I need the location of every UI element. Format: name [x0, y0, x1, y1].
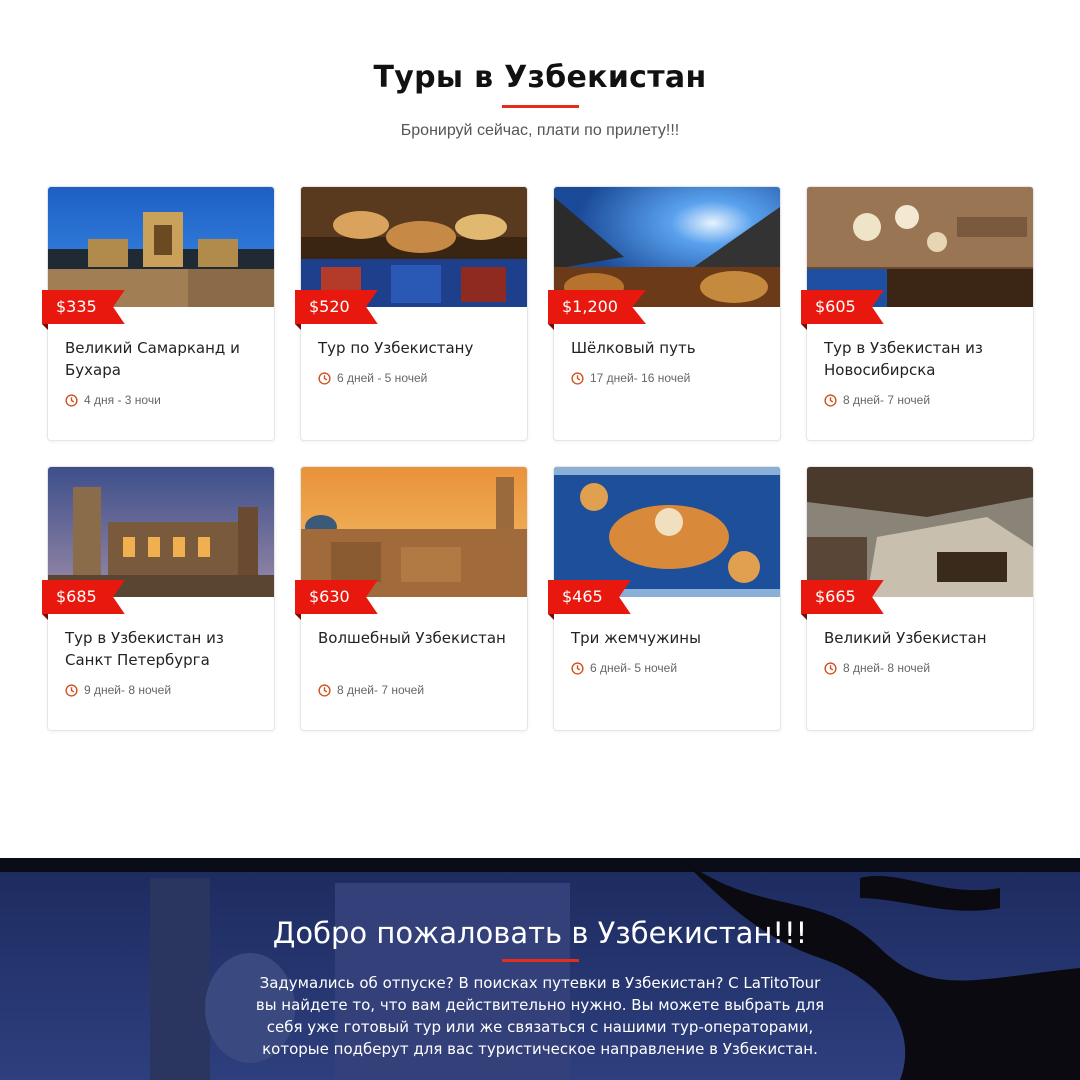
price-badge-fold [42, 614, 48, 620]
tour-card[interactable]: $605 Тур в Узбекистан из Новосибирска 8 … [801, 186, 1034, 441]
tour-duration: 6 дней - 5 ночей [318, 371, 427, 385]
tour-duration: 9 дней- 8 ночей [65, 683, 171, 697]
tour-image[interactable] [48, 187, 274, 307]
price-badge-fold [801, 614, 807, 620]
tour-duration: 8 дней- 7 ночей [318, 683, 424, 697]
price-badge: $1,200 [548, 290, 646, 324]
price-badge-fold [548, 614, 554, 620]
duration-text: 8 дней- 7 ночей [843, 393, 931, 407]
price-badge-fold [295, 324, 301, 330]
price-badge: $605 [801, 290, 884, 324]
duration-text: 8 дней- 7 ночей [337, 683, 425, 697]
tour-duration: 4 дня - 3 ночи [65, 393, 161, 407]
title-underline [502, 105, 579, 108]
clock-icon [824, 393, 837, 407]
tour-name[interactable]: Великий Узбекистан [824, 627, 1024, 649]
tour-name[interactable]: Тур в Узбекистан из Санкт Петербурга [65, 627, 265, 671]
clock-icon [65, 683, 78, 697]
section-title: Туры в Узбекистан [373, 60, 707, 95]
duration-text: 8 дней- 8 ночей [843, 661, 931, 675]
price-badge-fold [295, 614, 301, 620]
banner-title-underline [502, 959, 579, 962]
duration-text: 6 дней - 5 ночей [337, 371, 428, 385]
tour-card[interactable]: $520 Тур по Узбекистану 6 дней - 5 ночей [295, 186, 528, 441]
tour-image[interactable] [301, 187, 527, 307]
clock-icon [318, 683, 331, 697]
price-badge-fold [548, 324, 554, 330]
banner-title: Добро пожаловать в Узбекистан!!! [272, 916, 808, 950]
price-badge: $465 [548, 580, 631, 614]
tour-duration: 17 дней- 16 ночей [571, 371, 690, 385]
tour-duration: 8 дней- 8 ночей [824, 661, 930, 675]
duration-text: 6 дней- 5 ночей [590, 661, 678, 675]
tour-card[interactable]: $335 Великий Самарканд и Бухара 4 дня - … [42, 186, 275, 441]
tour-name[interactable]: Тур по Узбекистану [318, 337, 518, 359]
tour-card[interactable]: $665 Великий Узбекистан 8 дней- 8 ночей [801, 466, 1034, 731]
tour-duration: 6 дней- 5 ночей [571, 661, 677, 675]
tour-card[interactable]: $465 Три жемчужины 6 дней- 5 ночей [548, 466, 781, 731]
duration-text: 4 дня - 3 ночи [84, 393, 161, 407]
tour-name[interactable]: Великий Самарканд и Бухара [65, 337, 265, 381]
clock-icon [65, 393, 78, 407]
price-badge: $335 [42, 290, 125, 324]
banner-text: Задумались об отпуске? В поисках путевки… [255, 974, 825, 1058]
tour-name[interactable]: Три жемчужины [571, 627, 771, 649]
tour-image[interactable] [301, 467, 527, 597]
clock-icon [571, 371, 584, 385]
tour-image[interactable] [554, 187, 780, 307]
tour-card[interactable]: $630 Волшебный Узбекистан 8 дней- 7 ноче… [295, 466, 528, 731]
tour-image[interactable] [554, 467, 780, 597]
price-badge: $520 [295, 290, 378, 324]
price-badge-fold [801, 324, 807, 330]
tour-name[interactable]: Волшебный Узбекистан [318, 627, 518, 649]
welcome-banner: Добро пожаловать в Узбекистан!!! Задумал… [0, 858, 1080, 1080]
price-badge: $630 [295, 580, 378, 614]
tour-image[interactable] [807, 187, 1033, 307]
tour-name[interactable]: Тур в Узбекистан из Новосибирска [824, 337, 1024, 381]
tour-duration: 8 дней- 7 ночей [824, 393, 930, 407]
tour-image[interactable] [807, 467, 1033, 597]
tour-image[interactable] [48, 467, 274, 597]
price-badge-fold [42, 324, 48, 330]
tour-name[interactable]: Шёлковый путь [571, 337, 771, 359]
section-subtitle: Бронируй сейчас, плати по прилету!!! [400, 122, 680, 139]
duration-text: 17 дней- 16 ночей [590, 371, 691, 385]
clock-icon [824, 661, 837, 675]
tour-card[interactable]: $1,200 Шёлковый путь 17 дней- 16 ночей [548, 186, 781, 441]
clock-icon [318, 371, 331, 385]
price-badge: $685 [42, 580, 125, 614]
price-badge: $665 [801, 580, 884, 614]
clock-icon [571, 661, 584, 675]
tour-card[interactable]: $685 Тур в Узбекистан из Санкт Петербург… [42, 466, 275, 731]
duration-text: 9 дней- 8 ночей [84, 683, 172, 697]
